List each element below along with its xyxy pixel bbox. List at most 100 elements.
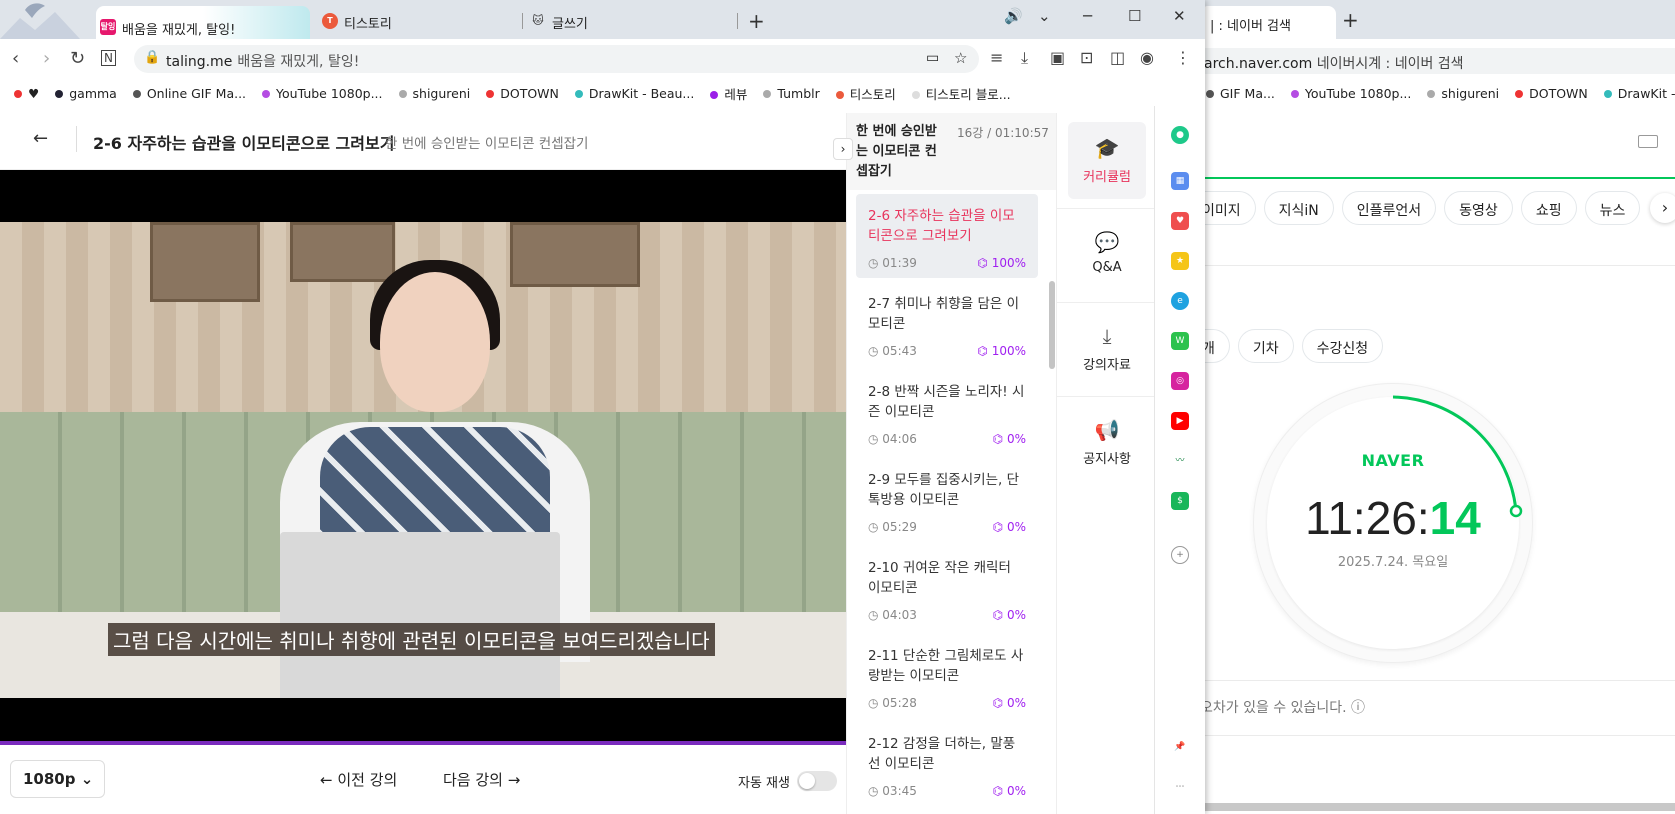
close-icon[interactable]: ✕ [1173,7,1186,25]
notice-button[interactable]: 📢 공지사항 [1068,404,1146,484]
download-icon[interactable]: ⤓ [1021,48,1028,68]
more-icon[interactable]: ⋯ [1171,778,1189,796]
lesson-item[interactable]: 2-6 자주하는 습관을 이모티콘으로 그려보기 ◷ 01:39 ⌬ 100% [856,194,1038,278]
bookmark[interactable]: 레뷰 [710,84,747,103]
ai-icon[interactable]: ● [1171,126,1189,144]
pin-icon[interactable]: 📌 [1171,738,1189,756]
quality-select[interactable]: 1080p ⌄ [10,760,105,798]
pocket-icon[interactable]: ♥ [1171,212,1189,230]
profile-icon[interactable]: ◉ [1140,48,1154,67]
forward-icon[interactable]: › [43,48,50,69]
back-arrow-icon[interactable]: ← [33,128,48,149]
bookmark[interactable]: shigureni [1427,86,1499,101]
cast-icon[interactable]: ▭ [926,50,939,66]
materials-button[interactable]: ⤓ 강의자료 [1068,310,1146,390]
bookmark[interactable]: 티스토리 [835,84,896,103]
bookmark-star-icon[interactable]: ☆ [954,49,967,67]
bookmark[interactable]: Online GIF Ma... [132,86,246,101]
collapse-panel-button[interactable]: › [833,138,853,160]
bookmark[interactable]: YouTube 1080p... [1290,86,1411,101]
tab-write[interactable]: 글쓰기 [552,13,588,32]
lesson-panel: 한 번에 승인받는 이모티콘 컨셉잡기 16강 / 01:10:57 2-6 자… [846,113,1057,814]
new-tab-icon[interactable]: + [748,9,765,33]
naver-ext-icon[interactable]: N [101,50,116,66]
related-chip[interactable]: 기차 [1237,329,1294,363]
bookmark[interactable]: DOTOWN [1515,86,1588,101]
search-tab-video[interactable]: 동영상 [1444,191,1513,225]
bookmark[interactable]: ♥ [28,86,39,101]
youtube-icon[interactable]: ▶ [1171,412,1189,430]
site-info-icon[interactable]: 🔒 [144,50,160,65]
instructor-face [380,272,490,412]
naver-address-bar: arch.naver.com 네이버시계 : 네이버 검색 [1200,39,1675,79]
back-icon[interactable]: ‹ [12,48,19,69]
instagram-icon[interactable]: ◎ [1171,372,1189,390]
bookmark[interactable]: shigureni [398,86,470,101]
bookmark[interactable]: 티스토리 블로... [911,84,1011,103]
search-tabs: 이미지 지식iN 인플루언서 동영상 쇼핑 뉴스 [1200,191,1641,225]
webtoon-icon[interactable]: W [1171,332,1189,350]
url-field[interactable]: 🔒 taling.me 배움을 재밌게, 탈잉! ▭ ☆ [134,45,979,73]
autoplay-toggle[interactable] [797,771,837,791]
lesson-item[interactable]: 2-12 감정을 더하는, 말풍선 이모티콘 ◷ 03:45 ⌬ 0% [856,722,1038,806]
curriculum-button[interactable]: 🎓 커리큘럼 [1068,122,1146,199]
bookmark[interactable] [14,86,22,101]
search-tab-news[interactable]: 뉴스 [1584,191,1641,225]
chevron-down-icon[interactable]: ⌄ [1038,7,1051,25]
lesson-item[interactable]: 2-7 취미나 취향을 담은 이모티콘 ◷ 05:43 ⌬ 100% [856,282,1038,366]
bookmark[interactable]: DrawKit - Beau... [574,86,694,101]
laptop [280,532,560,698]
keyboard-icon[interactable] [1638,135,1658,148]
speaker-icon[interactable]: 🔊 [1004,7,1023,25]
naver-tab-bar: | : 네이버 검색 + [1200,0,1675,39]
lesson-item[interactable]: 2-9 모두를 집중시키는, 단톡방용 이모티콘 ◷ 05:29 ⌬ 0% [856,458,1038,542]
screenshot-icon[interactable]: ⊡ [1080,48,1093,67]
search-tab-images[interactable]: 이미지 [1200,191,1256,225]
record-icon[interactable]: ▣ [1050,48,1065,67]
bookmark[interactable]: DOTOWN [486,86,559,101]
minimize-icon[interactable]: ─ [1083,7,1092,25]
maximize-icon[interactable]: ☐ [1128,7,1141,25]
naver-logo: NAVER [1361,451,1425,470]
lesson-scrollbar[interactable] [1049,281,1055,369]
next-lecture-button[interactable]: 다음 강의 → [443,769,520,790]
search-tab-kin[interactable]: 지식iN [1263,191,1334,225]
url-text: taling.me 배움을 재밌게, 탈잉! [166,54,360,70]
horizontal-scrollbar[interactable] [1200,803,1675,811]
qa-button[interactable]: 💬 Q&A [1068,216,1146,296]
add-icon[interactable]: + [1171,546,1189,564]
tab-taling[interactable]: 탈잉 배움을 재밌게, 탈잉! [96,6,310,39]
edge-icon[interactable]: e [1171,292,1189,310]
lesson-item[interactable]: 2-8 반짝 시즌을 노리자! 시즌 이모티콘 ◷ 04:06 ⌬ 0% [856,370,1038,454]
lesson-item[interactable]: 2-10 귀여운 작은 캐릭터 이모티콘 ◷ 04:03 ⌬ 0% [856,546,1038,630]
video-player[interactable]: 그럼 다음 시간에는 취미나 취향에 관련된 이모티콘을 보여드리겠습니다 [0,170,846,745]
reload-icon[interactable]: ↻ [70,48,85,69]
course-title: 한 번에 승인받는 이모티콘 컨셉잡기 [856,124,937,179]
search-tab-influencer[interactable]: 인플루언서 [1341,191,1437,225]
bird-wallpaper-icon [0,3,80,39]
calendar-icon[interactable]: ▦ [1171,172,1189,190]
finance-icon[interactable]: 〰 [1171,452,1189,470]
menu-icon[interactable]: ⋮ [1175,48,1191,67]
naver-tab[interactable]: | : 네이버 검색 [1200,6,1336,39]
naver-window: | : 네이버 검색 + arch.naver.com 네이버시계 : 네이버 … [1200,0,1675,814]
bookmark[interactable]: GIF Ma... [1206,86,1275,101]
naver-url[interactable]: arch.naver.com 네이버시계 : 네이버 검색 [1200,48,1675,74]
tab-separator [522,13,523,29]
bookmark[interactable]: Tumblr [763,86,820,101]
divider [1200,735,1675,736]
star-icon[interactable]: ★ [1171,252,1189,270]
related-chip[interactable]: 수강신청 [1301,329,1384,363]
new-tab-icon[interactable]: + [1342,8,1359,32]
prev-lecture-button[interactable]: ← 이전 강의 [320,769,397,790]
shopping-icon[interactable]: $ [1171,492,1189,510]
search-tab-shopping[interactable]: 쇼핑 [1520,191,1577,225]
bookmark[interactable]: DrawKit - Beau... [1603,86,1675,101]
tab-tistory[interactable]: 티스토리 [344,13,392,32]
lesson-item[interactable]: 2-11 단순한 그림체로도 사랑받는 이모티콘 ◷ 05:28 ⌬ 0% [856,634,1038,718]
split-view-icon[interactable]: ◫ [1110,48,1125,67]
bookmark[interactable]: YouTube 1080p... [262,86,383,101]
chevron-right-icon[interactable]: › [1650,193,1675,223]
bookmark[interactable]: gamma [55,86,117,101]
media-icon[interactable]: ≡ [990,48,1003,67]
